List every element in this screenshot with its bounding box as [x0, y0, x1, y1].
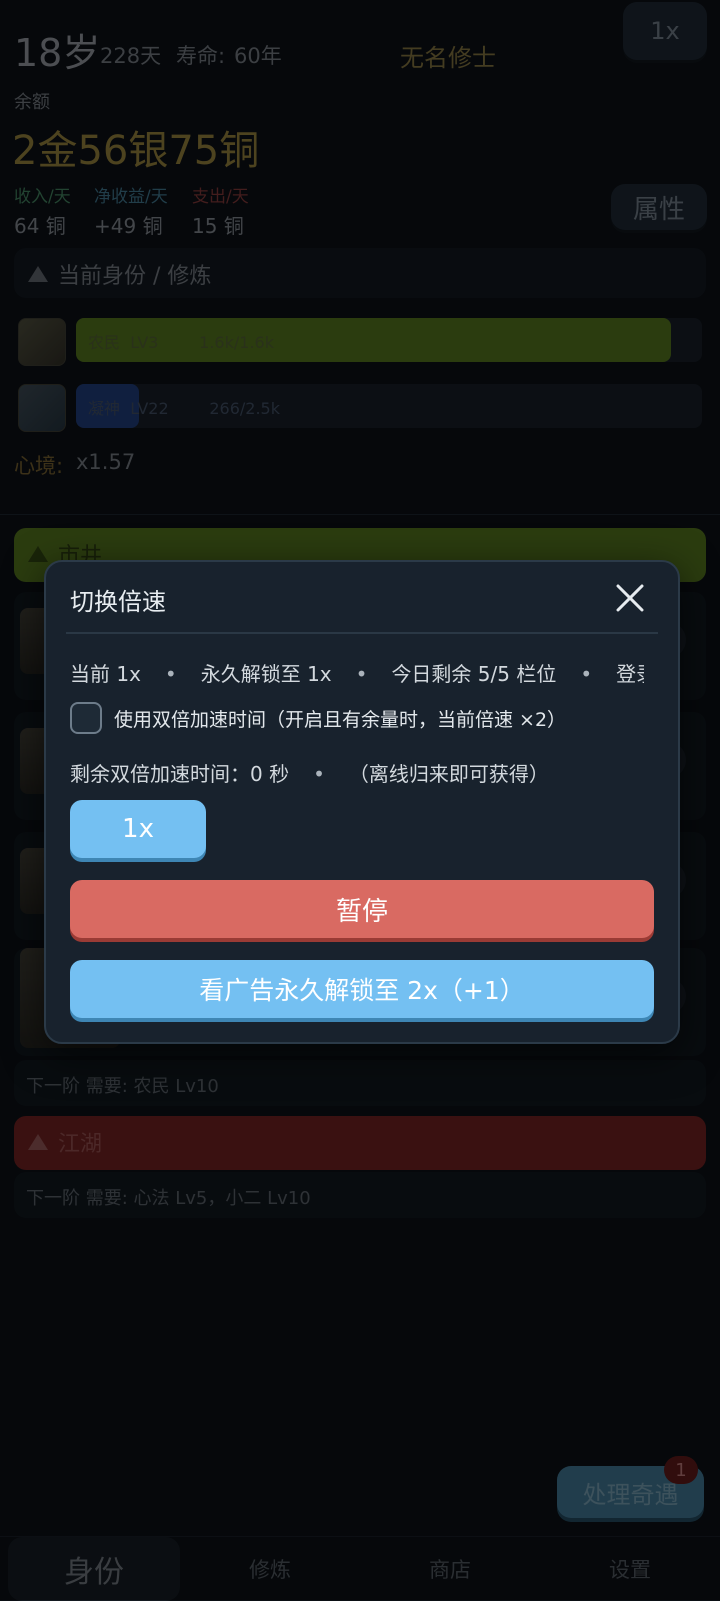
dialog-title: 切换倍速 [70, 588, 166, 616]
current-speed-text: 当前 1x [70, 662, 141, 686]
pause-button[interactable]: 暂停 [70, 880, 654, 938]
speed-option-button[interactable]: 1x [70, 800, 206, 858]
watch-ad-unlock-button[interactable]: 看广告永久解锁至 2x（+1） [70, 960, 654, 1018]
dialog-divider [66, 632, 658, 634]
unlocked-speed-text: 永久解锁至 1x [200, 662, 332, 686]
double-speed-checkbox[interactable] [70, 702, 102, 734]
speed-info-line: 当前 1x•永久解锁至 1x•今日剩余 5/5 栏位•登录 [70, 658, 644, 687]
today-slots-text: 今日剩余 5/5 栏位 [391, 662, 557, 686]
close-icon[interactable] [612, 580, 648, 616]
speed-switch-dialog: 切换倍速 当前 1x•永久解锁至 1x•今日剩余 5/5 栏位•登录 使用双倍加… [44, 560, 680, 1044]
login-text: 登录 [616, 662, 644, 686]
double-speed-checkbox-label: 使用双倍加速时间（开启且有余量时，当前倍速 ×2） [114, 708, 567, 731]
double-speed-option[interactable]: 使用双倍加速时间（开启且有余量时，当前倍速 ×2） [70, 702, 566, 734]
remaining-double-time: 剩余双倍加速时间：0 秒 • （离线归来即可获得） [70, 762, 549, 786]
